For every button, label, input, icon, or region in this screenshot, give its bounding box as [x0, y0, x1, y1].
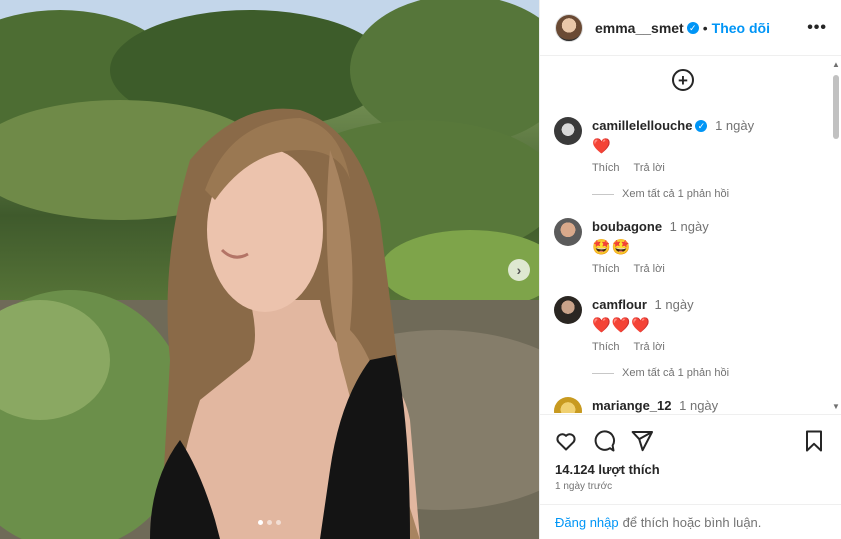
like-comment-button[interactable]: Thích — [592, 162, 620, 174]
commenter-avatar[interactable] — [554, 296, 582, 324]
comment-text: 🤩🤩 — [592, 239, 632, 256]
carousel-indicator — [258, 520, 281, 525]
comment-text: ❤️❤️❤️ — [592, 317, 652, 334]
comment-item: camillelellouche ✓ 1 ngày ❤️ Thích Trả lờ… — [554, 117, 824, 200]
comment-time: 1 ngày — [654, 297, 694, 312]
login-prompt: Đăng nhập để thích hoặc bình luận. — [540, 504, 841, 539]
author-username[interactable]: emma__smet — [595, 20, 684, 36]
reply-button[interactable]: Trả lời — [634, 341, 665, 353]
post-timestamp: 1 ngày trước — [555, 481, 613, 492]
save-bookmark-icon[interactable] — [802, 429, 826, 453]
view-replies-button[interactable]: Xem tất cả 1 phản hồi — [592, 367, 824, 379]
login-link[interactable]: Đăng nhập — [555, 515, 619, 530]
verified-badge-icon: ✓ — [695, 120, 708, 132]
comment-item: mariange_12 1 ngày — [554, 397, 824, 413]
comment-item: camflour 1 ngày ❤️❤️❤️ Thích Trả lời Xem… — [554, 296, 824, 379]
post-actions: 14.124 lượt thích 1 ngày trước Đăng nhập… — [540, 414, 841, 539]
commenter-avatar[interactable] — [554, 117, 582, 145]
comment-time: 1 ngày — [715, 118, 755, 133]
photo-illustration — [0, 0, 539, 539]
like-comment-button[interactable]: Thích — [592, 341, 620, 353]
commenter-username[interactable]: mariange_12 — [592, 398, 672, 413]
share-icon[interactable] — [630, 429, 654, 453]
commenter-username[interactable]: camillelellouche — [592, 118, 692, 133]
carousel-dot — [258, 520, 263, 525]
scroll-up-icon[interactable]: ▲ — [832, 61, 840, 69]
more-options-icon[interactable]: ••• — [807, 19, 827, 37]
carousel-dot — [267, 520, 272, 525]
post-side-panel: emma__smet ✓ • Theo dõi ••• + camillelel… — [539, 0, 841, 539]
comment-item: boubagone 1 ngày 🤩🤩 Thích Trả lời — [554, 218, 824, 275]
reply-button[interactable]: Trả lời — [634, 162, 665, 174]
view-replies-button[interactable]: Xem tất cả 1 phản hồi — [592, 188, 824, 200]
like-comment-button[interactable]: Thích — [592, 263, 620, 275]
commenter-avatar[interactable] — [554, 218, 582, 246]
header-separator: • — [702, 19, 708, 36]
comment-text: ❤️ — [592, 138, 612, 155]
comments-scrollbar[interactable]: ▲ ▼ — [832, 57, 840, 413]
post-header: emma__smet ✓ • Theo dõi ••• — [540, 0, 841, 56]
follow-button[interactable]: Theo dõi — [712, 20, 770, 36]
load-more-comments-icon[interactable]: + — [672, 69, 694, 91]
commenter-avatar[interactable] — [554, 397, 582, 413]
carousel-dot — [276, 520, 281, 525]
comments-list[interactable]: + camillelellouche ✓ 1 ngày ❤️ Thích Trả … — [540, 57, 841, 413]
comment-time: 1 ngày — [679, 398, 719, 413]
like-count[interactable]: 14.124 lượt thích — [555, 462, 660, 477]
scrollbar-thumb[interactable] — [833, 75, 839, 139]
like-heart-icon[interactable] — [554, 429, 578, 453]
scroll-down-icon[interactable]: ▼ — [832, 403, 840, 411]
comment-time: 1 ngày — [669, 219, 709, 234]
next-slide-button[interactable]: › — [508, 259, 530, 281]
verified-badge-icon: ✓ — [686, 21, 699, 34]
commenter-username[interactable]: camflour — [592, 297, 647, 312]
author-avatar[interactable] — [555, 13, 583, 42]
comment-icon[interactable] — [592, 429, 616, 453]
login-prompt-text: để thích hoặc bình luận. — [622, 515, 762, 530]
commenter-username[interactable]: boubagone — [592, 219, 662, 234]
reply-button[interactable]: Trả lời — [634, 263, 665, 275]
post-photo[interactable]: › — [0, 0, 539, 539]
